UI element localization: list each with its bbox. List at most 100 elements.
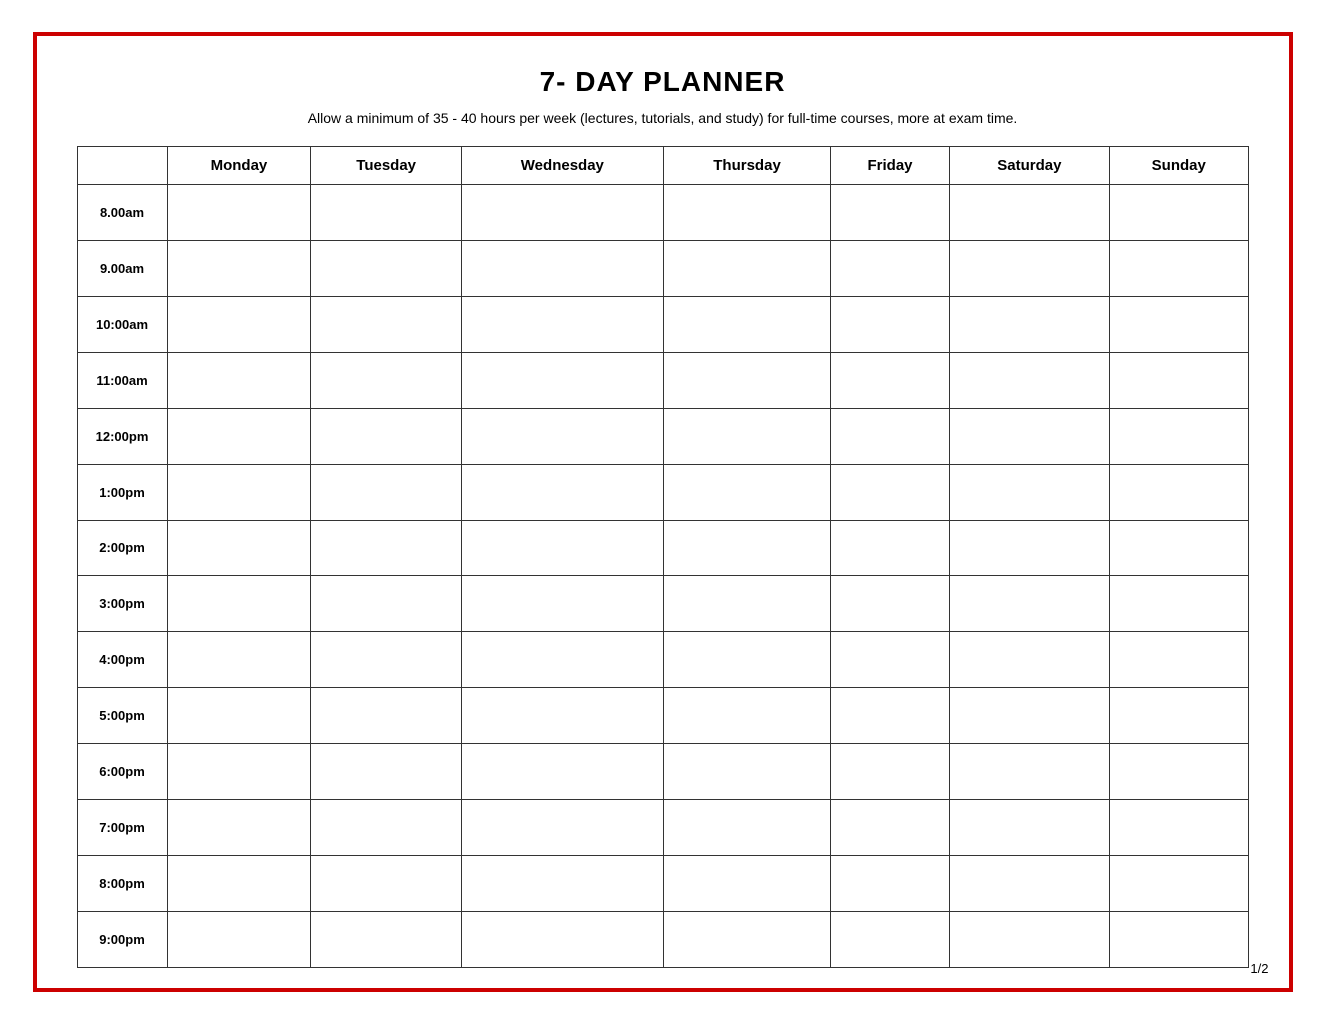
- planner-cell[interactable]: [461, 240, 663, 296]
- planner-cell[interactable]: [461, 296, 663, 352]
- planner-cell[interactable]: [1110, 296, 1248, 352]
- planner-cell[interactable]: [1110, 744, 1248, 800]
- planner-cell[interactable]: [1110, 856, 1248, 912]
- planner-cell[interactable]: [1110, 800, 1248, 856]
- planner-cell[interactable]: [663, 744, 831, 800]
- planner-cell[interactable]: [831, 856, 949, 912]
- planner-cell[interactable]: [949, 352, 1109, 408]
- planner-cell[interactable]: [831, 520, 949, 576]
- planner-cell[interactable]: [949, 911, 1109, 967]
- planner-cell[interactable]: [663, 240, 831, 296]
- planner-cell[interactable]: [1110, 576, 1248, 632]
- planner-cell[interactable]: [311, 800, 462, 856]
- planner-cell[interactable]: [461, 632, 663, 688]
- planner-cell[interactable]: [461, 576, 663, 632]
- header-time-cell: [77, 147, 167, 185]
- planner-cell[interactable]: [1110, 240, 1248, 296]
- planner-cell[interactable]: [1110, 520, 1248, 576]
- planner-cell[interactable]: [949, 576, 1109, 632]
- planner-cell[interactable]: [167, 185, 311, 241]
- planner-cell[interactable]: [167, 520, 311, 576]
- planner-cell[interactable]: [167, 576, 311, 632]
- planner-cell[interactable]: [1110, 632, 1248, 688]
- planner-cell[interactable]: [663, 688, 831, 744]
- planner-cell[interactable]: [461, 911, 663, 967]
- planner-cell[interactable]: [311, 632, 462, 688]
- planner-cell[interactable]: [663, 520, 831, 576]
- planner-cell[interactable]: [663, 296, 831, 352]
- planner-cell[interactable]: [663, 856, 831, 912]
- planner-cell[interactable]: [949, 800, 1109, 856]
- planner-cell[interactable]: [663, 185, 831, 241]
- planner-cell[interactable]: [949, 296, 1109, 352]
- planner-cell[interactable]: [461, 185, 663, 241]
- planner-cell[interactable]: [949, 408, 1109, 464]
- planner-cell[interactable]: [167, 688, 311, 744]
- planner-cell[interactable]: [831, 240, 949, 296]
- planner-cell[interactable]: [1110, 352, 1248, 408]
- planner-cell[interactable]: [311, 464, 462, 520]
- planner-cell[interactable]: [167, 464, 311, 520]
- planner-cell[interactable]: [831, 632, 949, 688]
- planner-cell[interactable]: [311, 911, 462, 967]
- planner-cell[interactable]: [311, 576, 462, 632]
- planner-cell[interactable]: [949, 632, 1109, 688]
- planner-cell[interactable]: [167, 856, 311, 912]
- planner-cell[interactable]: [311, 688, 462, 744]
- planner-cell[interactable]: [831, 408, 949, 464]
- planner-cell[interactable]: [167, 744, 311, 800]
- planner-cell[interactable]: [167, 911, 311, 967]
- planner-cell[interactable]: [311, 520, 462, 576]
- planner-cell[interactable]: [831, 576, 949, 632]
- planner-cell[interactable]: [311, 856, 462, 912]
- planner-cell[interactable]: [461, 688, 663, 744]
- planner-cell[interactable]: [461, 408, 663, 464]
- planner-cell[interactable]: [831, 688, 949, 744]
- planner-cell[interactable]: [461, 856, 663, 912]
- planner-cell[interactable]: [167, 632, 311, 688]
- planner-cell[interactable]: [311, 185, 462, 241]
- planner-cell[interactable]: [1110, 688, 1248, 744]
- planner-cell[interactable]: [831, 352, 949, 408]
- planner-cell[interactable]: [663, 911, 831, 967]
- planner-cell[interactable]: [949, 688, 1109, 744]
- planner-cell[interactable]: [949, 185, 1109, 241]
- planner-cell[interactable]: [311, 352, 462, 408]
- planner-cell[interactable]: [949, 744, 1109, 800]
- planner-cell[interactable]: [461, 520, 663, 576]
- planner-cell[interactable]: [949, 464, 1109, 520]
- planner-cell[interactable]: [1110, 464, 1248, 520]
- planner-cell[interactable]: [311, 744, 462, 800]
- planner-cell[interactable]: [167, 800, 311, 856]
- planner-cell[interactable]: [663, 632, 831, 688]
- planner-cell[interactable]: [831, 744, 949, 800]
- planner-cell[interactable]: [831, 911, 949, 967]
- planner-cell[interactable]: [461, 744, 663, 800]
- planner-cell[interactable]: [311, 408, 462, 464]
- planner-cell[interactable]: [949, 520, 1109, 576]
- planner-cell[interactable]: [831, 800, 949, 856]
- planner-cell[interactable]: [461, 800, 663, 856]
- planner-cell[interactable]: [461, 352, 663, 408]
- planner-cell[interactable]: [1110, 911, 1248, 967]
- planner-cell[interactable]: [663, 464, 831, 520]
- planner-cell[interactable]: [831, 296, 949, 352]
- planner-cell[interactable]: [831, 464, 949, 520]
- planner-cell[interactable]: [663, 352, 831, 408]
- planner-cell[interactable]: [831, 185, 949, 241]
- planner-cell[interactable]: [167, 240, 311, 296]
- planner-cell[interactable]: [167, 296, 311, 352]
- planner-cell[interactable]: [461, 464, 663, 520]
- planner-cell[interactable]: [663, 408, 831, 464]
- planner-cell[interactable]: [167, 352, 311, 408]
- planner-cell[interactable]: [1110, 185, 1248, 241]
- planner-cell[interactable]: [311, 240, 462, 296]
- planner-cell[interactable]: [167, 408, 311, 464]
- planner-cell[interactable]: [949, 856, 1109, 912]
- planner-cell[interactable]: [663, 576, 831, 632]
- planner-cell[interactable]: [949, 240, 1109, 296]
- planner-cell[interactable]: [663, 800, 831, 856]
- planner-cell[interactable]: [1110, 408, 1248, 464]
- planner-cell[interactable]: [311, 296, 462, 352]
- time-cell: 7:00pm: [77, 800, 167, 856]
